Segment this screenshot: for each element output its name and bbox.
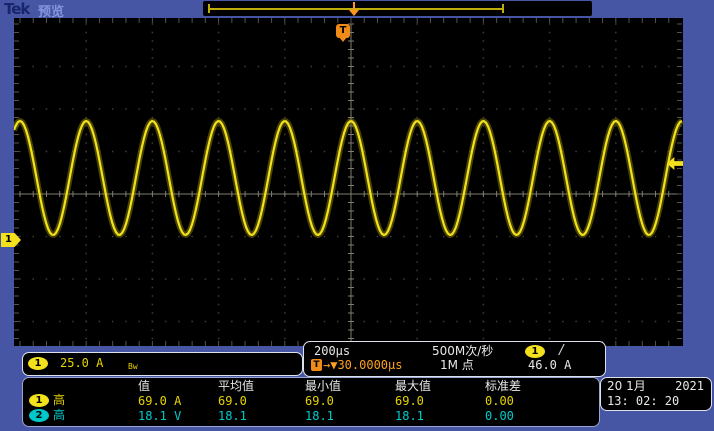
bandwidth-limit-icon: Bw (128, 360, 138, 373)
trigger-delay-t-icon: T (311, 359, 322, 371)
meas-header-max: 最大值 (395, 380, 431, 393)
meas-row1-min: 69.0 (305, 395, 334, 408)
timebase-readout: 200μs (314, 345, 350, 358)
meas-row2-stddev: 0.00 (485, 410, 514, 423)
date-time-box: 20 1月 2021 13: 02: 20 (600, 377, 712, 411)
meas-row2-value: 18.1 V (138, 410, 181, 423)
meas-row2-mean: 18.1 (218, 410, 247, 423)
meas-row2-name: 高 (53, 409, 65, 422)
meas-row1-stddev: 0.00 (485, 395, 514, 408)
measurement-table: 值 平均值 最小值 最大值 标准差 1 高 69.0 A 69.0 69.0 6… (22, 377, 600, 427)
date-readout: 20 1月 (607, 380, 646, 393)
meas-header-stddev: 标准差 (485, 380, 521, 393)
trigger-level-readout: 46.0 A (528, 359, 571, 372)
channel1-readout-box: 1 25.0 A Bw (22, 352, 303, 376)
sample-rate-readout: 500M次/秒 (432, 345, 493, 358)
meas-row2-max: 18.1 (395, 410, 424, 423)
waveform-display (14, 18, 683, 346)
meas-row1-name: 高 (53, 394, 65, 407)
meas-row2-min: 18.1 (305, 410, 334, 423)
trigger-source-badge: 1 (525, 345, 545, 358)
record-trigger-arrowhead (349, 10, 359, 16)
trigger-slope-icon: / (558, 344, 566, 357)
record-view-right-bracket (502, 4, 504, 13)
grid-dots (19, 23, 669, 339)
oscilloscope-screen: Tek 预览 T 1 1 25.0 A Bw 200μs 500M次/秒 1 /… (0, 0, 714, 431)
record-view-left-bracket (208, 4, 210, 13)
trigger-position-marker-icon: T (336, 24, 350, 38)
record-view-bar (203, 1, 592, 16)
meas-row2-channel-badge: 2 (29, 409, 49, 422)
channel1-badge: 1 (28, 357, 48, 370)
meas-header-min: 最小值 (305, 380, 341, 393)
graticule-and-waveform (14, 18, 683, 346)
meas-row1-mean: 69.0 (218, 395, 247, 408)
waveform-trace (14, 121, 682, 235)
time-readout: 13: 02: 20 (607, 395, 679, 408)
meas-header-value: 值 (138, 380, 150, 393)
record-length-readout: 1M 点 (440, 359, 474, 372)
horizontal-trigger-readout-box: 200μs 500M次/秒 1 / T →▼30.0000μs 1M 点 46.… (303, 341, 606, 377)
record-trigger-position-icon (349, 2, 359, 16)
meas-header-mean: 平均值 (218, 380, 254, 393)
meas-row1-value: 69.0 A (138, 395, 181, 408)
meas-row1-max: 69.0 (395, 395, 424, 408)
edge-ticks (14, 18, 682, 346)
waveform-glow (14, 121, 682, 235)
tek-logo: Tek (4, 0, 29, 18)
center-axes (14, 24, 682, 346)
trigger-delay-readout: →▼30.0000μs (323, 359, 402, 372)
meas-row1-channel-badge: 1 (29, 394, 49, 407)
channel1-scale: 25.0 A (60, 357, 103, 370)
year-readout: 2021 (675, 380, 704, 393)
